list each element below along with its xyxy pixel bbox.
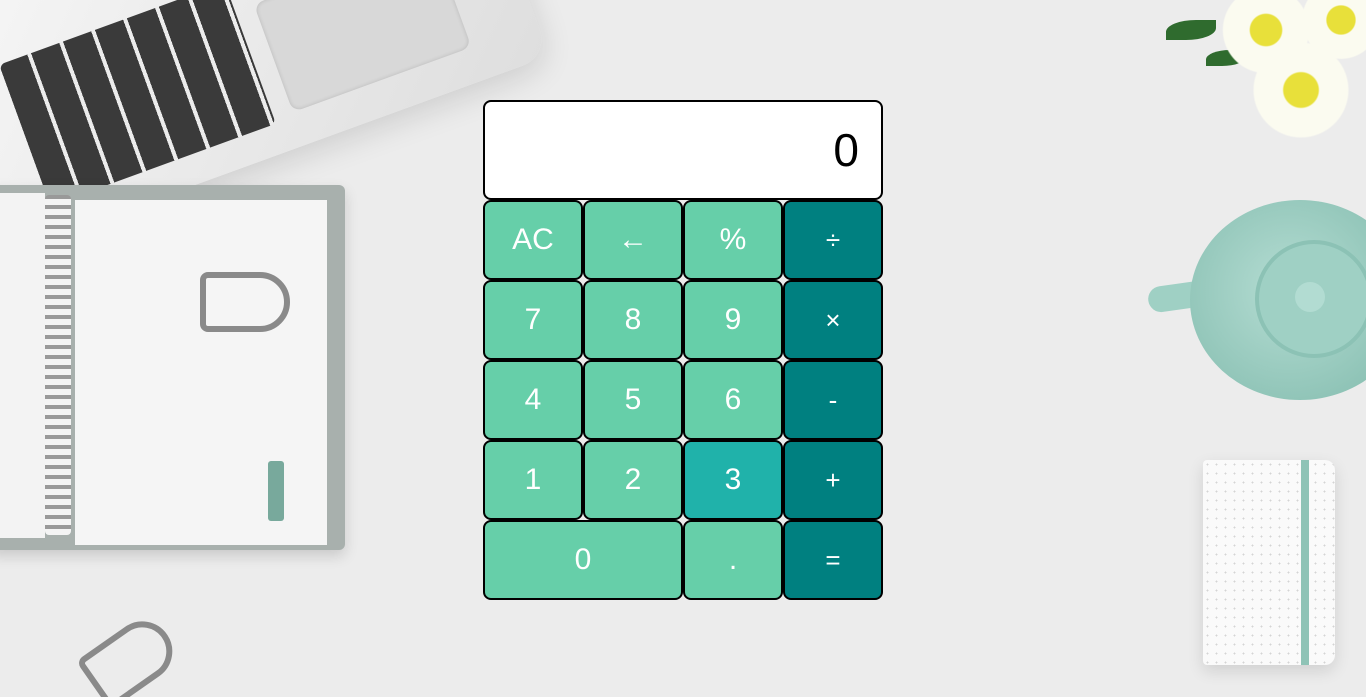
digit-1-button[interactable]: 1	[483, 440, 583, 520]
digit-7-button[interactable]: 7	[483, 280, 583, 360]
clear-button[interactable]: AC	[483, 200, 583, 280]
subtract-button[interactable]: -	[783, 360, 883, 440]
binder-clip-image	[200, 272, 290, 332]
backspace-button[interactable]: ←	[583, 200, 683, 280]
digit-9-button[interactable]: 9	[683, 280, 783, 360]
digit-2-button[interactable]: 2	[583, 440, 683, 520]
add-button[interactable]: +	[783, 440, 883, 520]
decimal-button[interactable]: .	[683, 520, 783, 600]
spiral-notebook-image	[0, 185, 345, 550]
digit-0-button[interactable]: 0	[483, 520, 683, 600]
percent-button[interactable]: %	[683, 200, 783, 280]
laptop-keyboard	[0, 0, 276, 206]
digit-3-button[interactable]: 3	[683, 440, 783, 520]
notebook-spiral	[45, 195, 71, 535]
notebook-tab	[268, 461, 284, 521]
equals-button[interactable]: =	[783, 520, 883, 600]
divide-button[interactable]: ÷	[783, 200, 883, 280]
calculator-display: 0	[483, 100, 883, 200]
binder-clip-image	[75, 609, 185, 697]
multiply-button[interactable]: ×	[783, 280, 883, 360]
digit-5-button[interactable]: 5	[583, 360, 683, 440]
flowers-image	[1146, 0, 1366, 145]
digit-8-button[interactable]: 8	[583, 280, 683, 360]
teapot-image	[1190, 200, 1366, 400]
laptop-trackpad	[253, 0, 472, 113]
digit-6-button[interactable]: 6	[683, 360, 783, 440]
notepad-image	[1203, 460, 1335, 665]
digit-4-button[interactable]: 4	[483, 360, 583, 440]
